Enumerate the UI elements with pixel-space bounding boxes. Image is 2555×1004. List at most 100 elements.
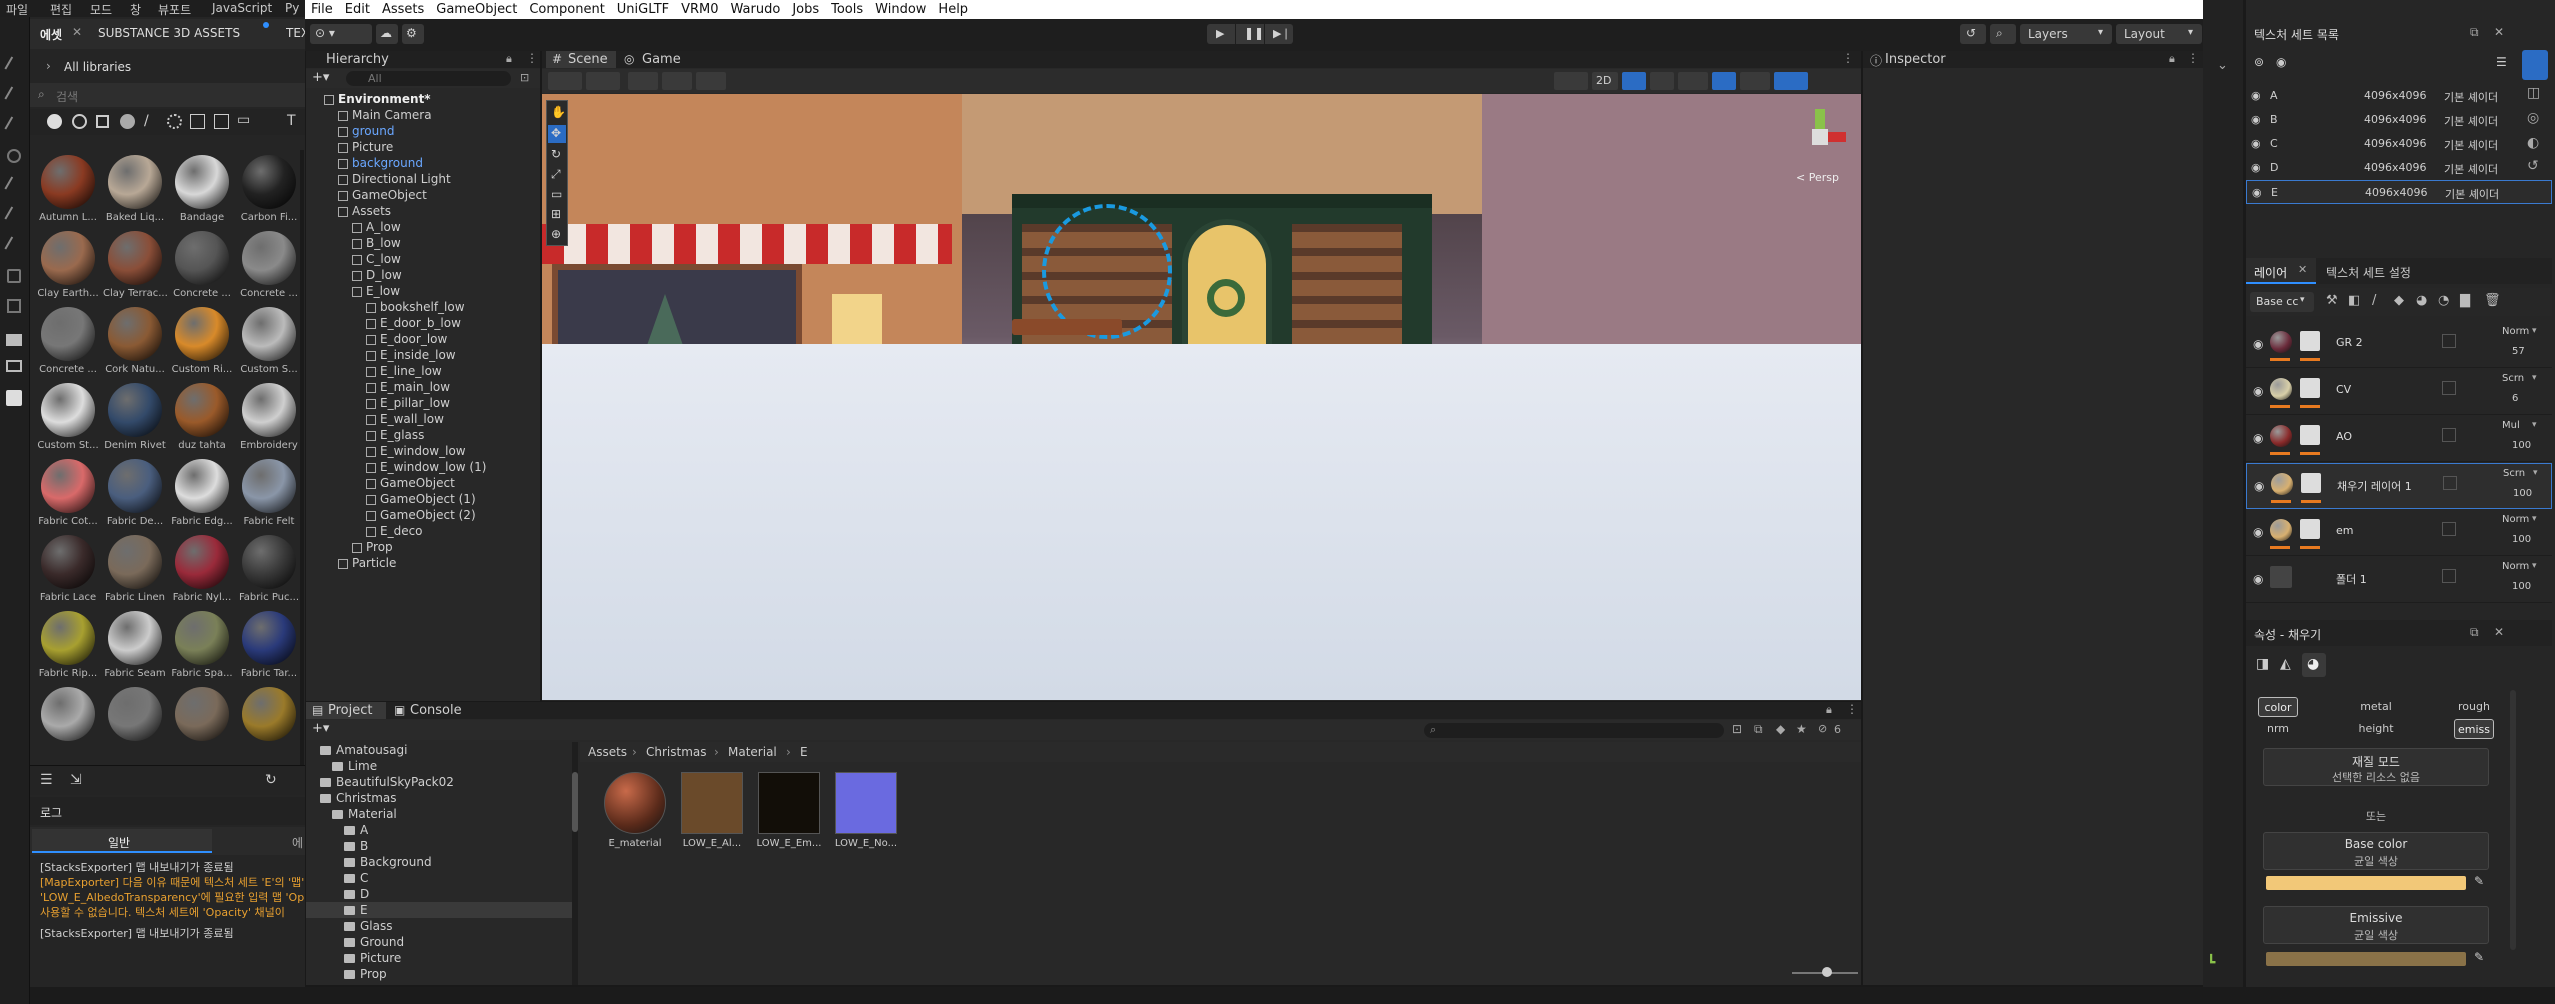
hierarchy-item[interactable]: Particle — [338, 555, 396, 571]
layer-checkbox[interactable] — [2442, 381, 2456, 395]
asset-tile[interactable]: LOW_E_Em... — [754, 772, 824, 849]
texture-set-panel-icon[interactable] — [2522, 50, 2548, 80]
asset-tile[interactable]: LOW_E_No... — [831, 772, 901, 849]
display-settings-icon[interactable] — [6, 390, 22, 406]
persp-label[interactable]: < Persp — [1796, 171, 1839, 184]
delete-icon[interactable]: 🗑︎ — [2484, 293, 2501, 308]
folder-item[interactable]: A — [306, 822, 572, 838]
material-tile[interactable]: Custom Ri... — [170, 307, 234, 375]
base-color-picker[interactable]: Base color 균일 색상 — [2263, 832, 2489, 870]
add-mask-icon[interactable]: ◧ — [2348, 293, 2360, 308]
tab-texture-set-settings[interactable]: 텍스처 세트 설정 — [2326, 264, 2411, 281]
folder-item[interactable]: Glass — [306, 918, 572, 934]
hierarchy-item[interactable]: Directional Light — [338, 171, 451, 187]
smudge-icon[interactable] — [4, 176, 24, 196]
history-icon[interactable]: ↺ — [1960, 24, 1986, 44]
paint-layer-icon[interactable]: / — [2372, 293, 2376, 308]
eraser-icon[interactable] — [4, 86, 24, 106]
eyedropper-icon[interactable]: ✎ — [2474, 874, 2484, 888]
texture-set-row[interactable]: ◉ A 4096x4096 기본 셰이더 — [2246, 84, 2552, 108]
hierarchy-item[interactable]: E_window_low (1) — [366, 459, 486, 475]
folder-item[interactable]: Christmas — [306, 790, 572, 806]
menu-window[interactable]: Window — [875, 2, 926, 19]
breadcrumb-assets[interactable]: Assets — [588, 745, 627, 759]
assets-panel-icon[interactable] — [6, 334, 22, 346]
camera-settings-dropdown[interactable] — [1740, 72, 1770, 90]
slider-thumb[interactable] — [1822, 967, 1832, 977]
menu-jobs[interactable]: Jobs — [792, 2, 819, 19]
tab-hierarchy[interactable]: Hierarchy — [326, 52, 389, 67]
asset-tile[interactable]: E_material — [600, 772, 670, 849]
hand-tool-icon[interactable]: ✋ — [551, 105, 566, 119]
search-by-type-icon[interactable]: ⊡ — [1732, 722, 1742, 736]
material-tile[interactable]: Fabric Tar... — [237, 611, 301, 679]
asset-search[interactable]: ⌕ 검색 — [30, 83, 305, 107]
menu-mode[interactable]: 모드 — [90, 1, 112, 18]
material-mode-picker[interactable]: 재질 모드 선택한 리소스 없음 — [2263, 748, 2489, 786]
folder-item[interactable]: E — [306, 902, 572, 918]
menu-unigltf[interactable]: UniGLTF — [617, 2, 669, 19]
lock-icon[interactable]: 🔒︎ — [1826, 703, 1832, 717]
menu-file[interactable]: File — [311, 2, 333, 19]
folder-item[interactable]: Picture — [306, 950, 572, 966]
material-tile[interactable]: Carbon Fi... — [237, 155, 301, 223]
kebab-menu-icon[interactable]: ⋮ — [526, 51, 538, 65]
folder-scrollbar[interactable] — [572, 742, 578, 985]
blend-mode[interactable]: Norm — [2502, 561, 2529, 572]
hierarchy-item[interactable]: ground — [338, 123, 394, 139]
material-tile[interactable] — [170, 687, 234, 744]
log-tab-more[interactable]: 에 — [292, 834, 303, 851]
play-button[interactable]: ▶ — [1207, 24, 1235, 44]
hierarchy-item[interactable]: E_door_low — [366, 331, 447, 347]
menu-tools[interactable]: Tools — [831, 2, 863, 19]
channel-height[interactable]: height — [2356, 719, 2396, 739]
scene-filter-icon[interactable]: ⊡ — [520, 71, 529, 84]
emissive-swatch[interactable] — [2266, 952, 2466, 966]
hierarchy-item[interactable]: Assets — [338, 203, 391, 219]
material-tile[interactable]: Clay Terrac... — [103, 231, 167, 299]
menu-warudo[interactable]: Warudo — [731, 2, 781, 19]
import-icon[interactable]: ⇲ — [70, 772, 82, 788]
filter-smart-material-icon[interactable] — [72, 114, 87, 129]
menu-assets[interactable]: Assets — [382, 2, 424, 19]
layer-opacity[interactable]: 57 — [2512, 346, 2525, 357]
hierarchy-search[interactable]: All — [346, 71, 511, 86]
breadcrumb-material[interactable]: Material — [728, 745, 777, 759]
filter-filter-icon[interactable] — [120, 114, 135, 129]
eyedropper-icon[interactable]: ✎ — [2474, 950, 2484, 964]
eye-icon[interactable]: ◉ — [2253, 431, 2263, 445]
refresh-icon[interactable]: ↻ — [265, 772, 277, 788]
close-icon[interactable]: ✕ — [2494, 25, 2504, 39]
smart-mask-icon[interactable]: ◔ — [2438, 293, 2449, 308]
hierarchy-item[interactable]: Picture — [338, 139, 393, 155]
layer-row[interactable]: ◉ CV Scrn ▾ 6 — [2246, 369, 2552, 415]
base-color-swatch[interactable] — [2266, 876, 2466, 890]
tab-texture[interactable]: TEXTURE — [286, 26, 305, 40]
folder-item[interactable]: B — [306, 838, 572, 854]
tab-console[interactable]: Console — [410, 703, 462, 718]
tab-layers[interactable]: 레이어 ✕ — [2246, 258, 2316, 284]
move-tool-icon[interactable]: ✥ — [548, 125, 566, 143]
layer-opacity[interactable]: 6 — [2512, 393, 2518, 404]
triangle-fill-icon[interactable]: ◭ — [2280, 656, 2291, 672]
grid-snap-icon[interactable] — [628, 72, 658, 90]
channel-metal[interactable]: metal — [2356, 697, 2396, 717]
menu-viewport[interactable]: 뷰포트 — [158, 1, 191, 18]
menu-help[interactable]: Help — [938, 2, 968, 19]
emissive-picker[interactable]: Emissive 균일 색상 — [2263, 906, 2489, 944]
eye-icon[interactable]: ◉ — [2253, 572, 2263, 586]
hierarchy-item[interactable]: E_line_low — [366, 363, 442, 379]
effects-dropdown[interactable] — [1678, 72, 1708, 90]
eye-icon[interactable]: ◉ — [2251, 113, 2261, 126]
eye-icon[interactable]: ◉ — [2253, 525, 2263, 539]
hierarchy-item[interactable]: E_pillar_low — [366, 395, 450, 411]
texture-set-row[interactable]: ◉ C 4096x4096 기본 셰이더 — [2246, 132, 2552, 156]
folder-item[interactable]: BeautifulSkyPack02 — [306, 774, 572, 790]
filter-brush-icon[interactable]: / — [144, 113, 149, 129]
menu-component[interactable]: Component — [529, 2, 604, 19]
material-tile[interactable]: duz tahta — [170, 383, 234, 451]
tag-icon[interactable]: ◆ — [1776, 722, 1785, 736]
library-selector[interactable]: › All libraries — [30, 53, 305, 81]
layer-opacity[interactable]: 100 — [2513, 488, 2532, 499]
close-icon[interactable]: ✕ — [2298, 263, 2307, 276]
